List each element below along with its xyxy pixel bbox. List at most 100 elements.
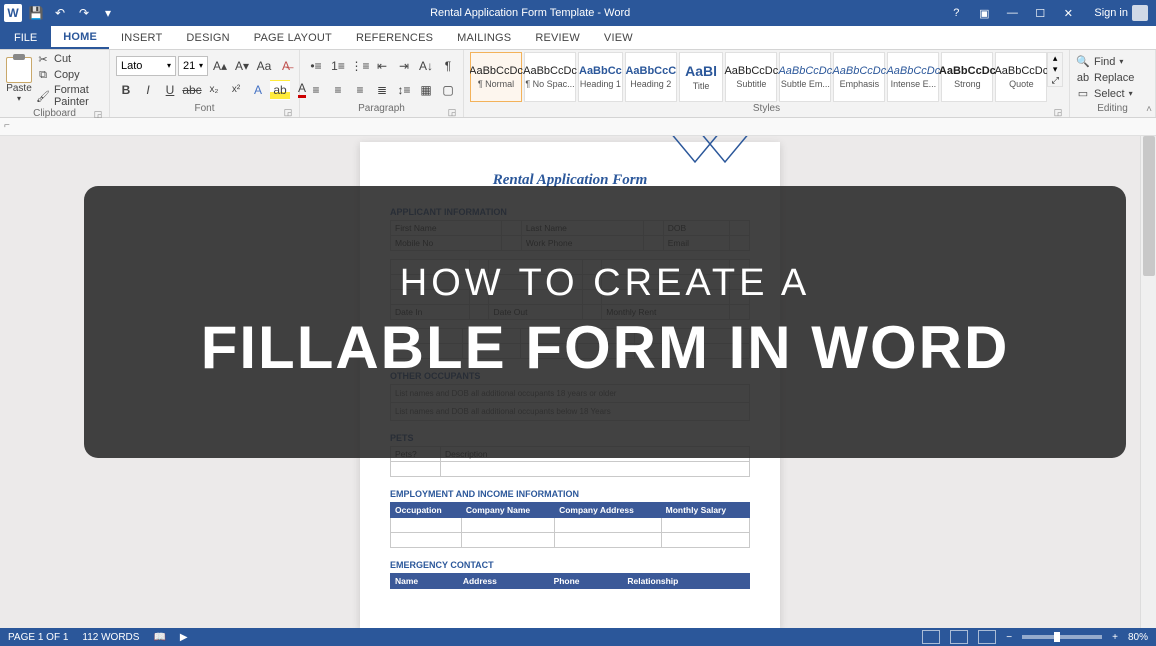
window-title: Rental Application Form Template - Word <box>122 7 938 19</box>
overlay-line2: FILLABLE FORM IN WORD <box>201 313 1010 382</box>
style-card[interactable]: AaBbCcDcQuote <box>995 52 1047 102</box>
macro-icon[interactable]: ▶ <box>180 632 188 643</box>
tab-home[interactable]: HOME <box>51 26 109 49</box>
quick-access-toolbar: W 💾 ↶ ↷ ▾ <box>0 3 122 23</box>
redo-icon[interactable]: ↷ <box>74 3 94 23</box>
align-left-icon[interactable]: ≡ <box>306 80 326 100</box>
borders-icon[interactable]: ▢ <box>438 80 458 100</box>
style-card[interactable]: AaBbCcDcSubtitle <box>725 52 777 102</box>
format-painter-button[interactable]: 🖌Format Painter <box>36 84 103 108</box>
paragraph-group-label: Paragraph <box>358 103 405 114</box>
font-size-select[interactable]: 21▾ <box>178 56 208 76</box>
tab-design[interactable]: DESIGN <box>174 26 241 49</box>
style-card[interactable]: AaBbCcDcEmphasis <box>833 52 885 102</box>
increase-indent-icon[interactable]: ⇥ <box>394 56 414 76</box>
clear-formatting-icon[interactable]: A̶ <box>276 56 296 76</box>
help-icon[interactable]: ? <box>946 3 966 23</box>
underline-button[interactable]: U <box>160 80 180 100</box>
save-icon[interactable]: 💾 <box>26 3 46 23</box>
text-effects-icon[interactable]: A <box>248 80 268 100</box>
align-right-icon[interactable]: ≡ <box>350 80 370 100</box>
cut-button[interactable]: ✂Cut <box>36 52 103 66</box>
change-case-icon[interactable]: Aa <box>254 56 274 76</box>
highlight-icon[interactable]: ab <box>270 80 290 100</box>
italic-button[interactable]: I <box>138 80 158 100</box>
titlebar: W 💾 ↶ ↷ ▾ Rental Application Form Templa… <box>0 0 1156 26</box>
multilevel-list-icon[interactable]: ⋮≡ <box>350 56 370 76</box>
tab-view[interactable]: VIEW <box>592 26 645 49</box>
bullets-icon[interactable]: •≡ <box>306 56 326 76</box>
select-button[interactable]: ▭Select ▾ <box>1076 87 1134 101</box>
shading-icon[interactable]: ▦ <box>416 80 436 100</box>
web-layout-icon[interactable] <box>978 630 996 644</box>
sort-icon[interactable]: A↓ <box>416 56 436 76</box>
maximize-icon[interactable]: ☐ <box>1030 3 1050 23</box>
font-launcher-icon[interactable]: ◲ <box>283 107 293 117</box>
styles-group-label: Styles <box>753 103 780 114</box>
numbering-icon[interactable]: 1≡ <box>328 56 348 76</box>
style-card[interactable]: AaBbCcCHeading 2 <box>625 52 677 102</box>
styles-expand-icon[interactable]: ⤢ <box>1048 75 1062 86</box>
horizontal-ruler[interactable] <box>394 118 1138 135</box>
qat-customize-icon[interactable]: ▾ <box>98 3 118 23</box>
align-center-icon[interactable]: ≡ <box>328 80 348 100</box>
style-card[interactable]: AaBbCcDc¶ Normal <box>470 52 522 102</box>
bold-button[interactable]: B <box>116 80 136 100</box>
tab-insert[interactable]: INSERT <box>109 26 174 49</box>
copy-button[interactable]: ⧉Copy <box>36 68 103 82</box>
shrink-font-icon[interactable]: A▾ <box>232 56 252 76</box>
superscript-button[interactable]: x² <box>226 80 246 100</box>
strikethrough-button[interactable]: abc <box>182 80 202 100</box>
tab-review[interactable]: REVIEW <box>523 26 592 49</box>
styles-scroll-up-icon[interactable]: ▴ <box>1048 53 1062 64</box>
scrollbar-thumb[interactable] <box>1143 136 1155 276</box>
style-card[interactable]: AaBbCcHeading 1 <box>578 52 623 102</box>
group-clipboard: Paste ▾ ✂Cut ⧉Copy 🖌Format Painter Clipb… <box>0 50 110 117</box>
tab-file[interactable]: FILE <box>0 26 51 49</box>
style-card[interactable]: AaBbCcDc¶ No Spac... <box>524 52 576 102</box>
subscript-button[interactable]: x₂ <box>204 80 224 100</box>
group-styles: AaBbCcDc¶ NormalAaBbCcDc¶ No Spac...AaBb… <box>464 50 1070 117</box>
styles-scroll-down-icon[interactable]: ▾ <box>1048 64 1062 75</box>
minimize-icon[interactable]: — <box>1002 3 1022 23</box>
ruler-left-marker: ⌐ <box>4 120 10 131</box>
tab-mailings[interactable]: MAILINGS <box>445 26 523 49</box>
close-icon[interactable]: ✕ <box>1058 3 1078 23</box>
emergency-table: NameAddressPhoneRelationship <box>390 573 750 589</box>
style-card[interactable]: AaBbCcDcIntense E... <box>887 52 939 102</box>
collapse-ribbon-icon[interactable]: ˄ <box>1146 104 1152 115</box>
line-spacing-icon[interactable]: ↕≡ <box>394 80 414 100</box>
status-words[interactable]: 112 WORDS <box>82 632 139 643</box>
grow-font-icon[interactable]: A▴ <box>210 56 230 76</box>
undo-icon[interactable]: ↶ <box>50 3 70 23</box>
style-card[interactable]: AaBlTitle <box>679 52 724 102</box>
vertical-scrollbar[interactable] <box>1140 136 1156 628</box>
avatar-icon <box>1132 5 1148 21</box>
style-card[interactable]: AaBbCcDcStrong <box>941 52 993 102</box>
status-page[interactable]: PAGE 1 OF 1 <box>8 632 68 643</box>
signin-area[interactable]: Sign in <box>1086 5 1156 21</box>
find-button[interactable]: 🔍Find ▾ <box>1076 55 1134 69</box>
style-card[interactable]: AaBbCcDcSubtle Em... <box>779 52 831 102</box>
justify-icon[interactable]: ≣ <box>372 80 392 100</box>
zoom-out-icon[interactable]: − <box>1006 632 1012 643</box>
replace-button[interactable]: abReplace <box>1076 71 1134 85</box>
decrease-indent-icon[interactable]: ⇤ <box>372 56 392 76</box>
ribbon-display-icon[interactable]: ▣ <box>974 3 994 23</box>
zoom-slider[interactable] <box>1022 635 1102 639</box>
read-mode-icon[interactable] <box>922 630 940 644</box>
tab-references[interactable]: REFERENCES <box>344 26 445 49</box>
tab-page-layout[interactable]: PAGE LAYOUT <box>242 26 344 49</box>
zoom-in-icon[interactable]: + <box>1112 632 1118 643</box>
styles-launcher-icon[interactable]: ◲ <box>1053 107 1063 117</box>
page-decoration <box>660 136 760 184</box>
paste-button[interactable]: Paste ▾ <box>6 57 32 103</box>
font-name-select[interactable]: Lato▾ <box>116 56 176 76</box>
spellcheck-icon[interactable]: 📖 <box>153 632 165 643</box>
zoom-level[interactable]: 80% <box>1128 632 1148 643</box>
group-font: Lato▾ 21▾ A▴ A▾ Aa A̶ B I U abc x₂ x² A … <box>110 50 300 117</box>
word-app-icon: W <box>4 4 22 22</box>
print-layout-icon[interactable] <box>950 630 968 644</box>
paragraph-launcher-icon[interactable]: ◲ <box>447 107 457 117</box>
show-marks-icon[interactable]: ¶ <box>438 56 458 76</box>
